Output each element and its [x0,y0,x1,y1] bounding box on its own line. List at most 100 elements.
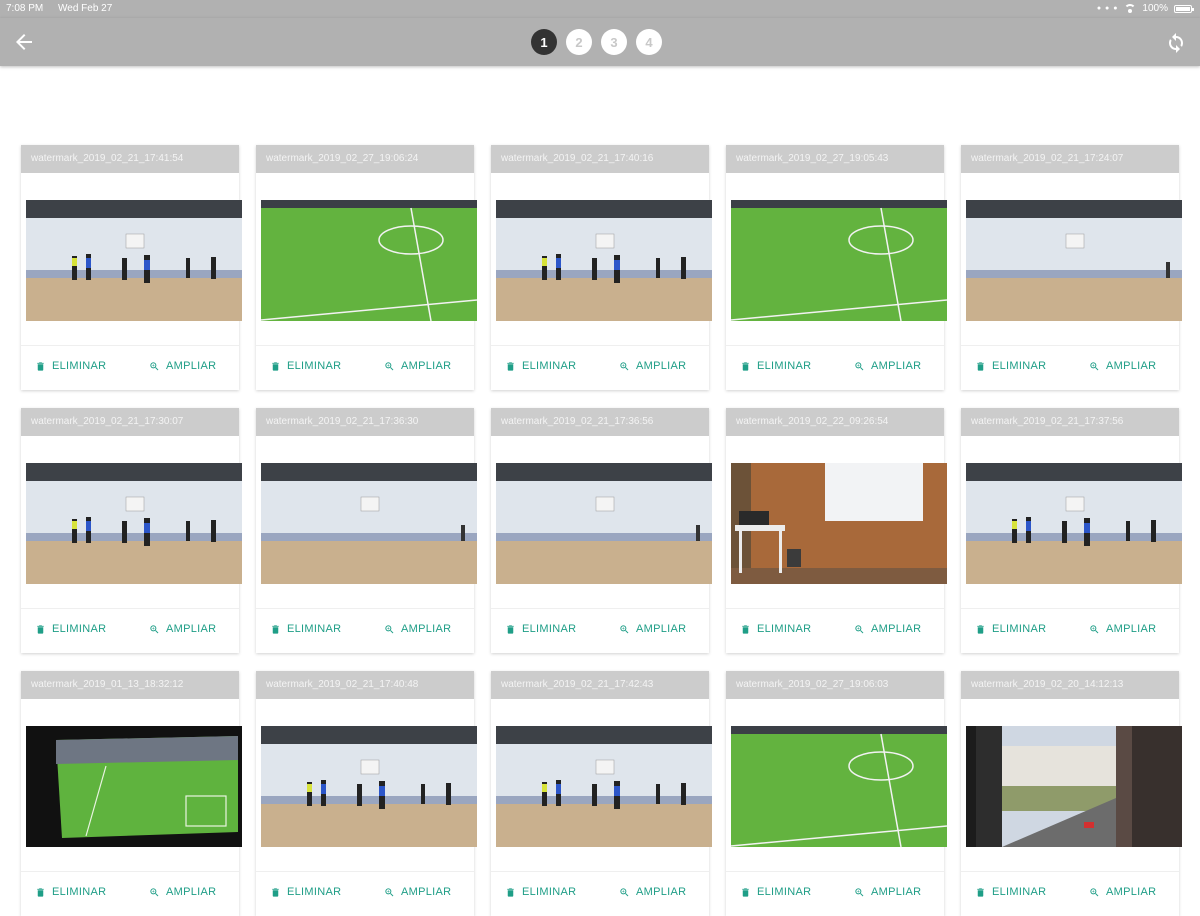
zoom-label: AMPLIAR [166,360,217,372]
card-actions: ELIMINAR AMPLIAR [961,608,1179,653]
delete-label: ELIMINAR [52,360,107,372]
photo-filename: watermark_2019_02_21_17:37:56 [961,408,1179,436]
photo-grid: watermark_2019_02_21_17:41:54 ELIMINAR A… [21,145,1182,916]
delete-button[interactable]: ELIMINAR [35,623,106,635]
zoom-button[interactable]: AMPLIAR [619,360,686,372]
photo-thumbnail[interactable] [966,726,1182,847]
photo-thumbnail[interactable] [731,463,947,584]
card-actions: ELIMINAR AMPLIAR [726,871,944,916]
photo-image [731,200,947,321]
delete-button[interactable]: ELIMINAR [740,886,811,898]
delete-label: ELIMINAR [287,360,342,372]
trash-icon [977,887,984,897]
photo-thumbnail[interactable] [731,726,947,847]
delete-label: ELIMINAR [287,623,342,635]
delete-button[interactable]: ELIMINAR [975,886,1046,898]
photo-thumbnail[interactable] [26,200,242,321]
page-button-4[interactable]: 4 [636,29,662,55]
zoom-in-icon [1090,361,1099,370]
zoom-label: AMPLIAR [871,360,922,372]
zoom-in-icon [620,361,629,370]
signal-icon: ● ● ● [1096,5,1119,12]
zoom-in-icon [385,361,394,370]
photo-card: watermark_2019_02_21_17:36:30 ELIMINAR A… [256,408,477,653]
zoom-button[interactable]: AMPLIAR [854,886,921,898]
photo-thumbnail[interactable] [966,200,1182,321]
zoom-in-icon [620,887,629,896]
zoom-button[interactable]: AMPLIAR [149,623,216,635]
card-actions: ELIMINAR AMPLIAR [491,871,709,916]
zoom-label: AMPLIAR [401,623,452,635]
zoom-button[interactable]: AMPLIAR [149,886,216,898]
zoom-button[interactable]: AMPLIAR [384,360,451,372]
zoom-button[interactable]: AMPLIAR [619,886,686,898]
page-button-3[interactable]: 3 [601,29,627,55]
zoom-button[interactable]: AMPLIAR [384,623,451,635]
back-button[interactable] [12,30,36,54]
delete-label: ELIMINAR [522,886,577,898]
delete-button[interactable]: ELIMINAR [35,360,106,372]
photo-image [261,463,477,584]
zoom-button[interactable]: AMPLIAR [1089,886,1156,898]
card-actions: ELIMINAR AMPLIAR [21,871,239,916]
trash-icon [977,624,984,634]
delete-button[interactable]: ELIMINAR [35,886,106,898]
photo-image [966,726,1182,847]
delete-button[interactable]: ELIMINAR [505,360,576,372]
delete-label: ELIMINAR [52,886,107,898]
card-actions: ELIMINAR AMPLIAR [961,871,1179,916]
photo-card: watermark_2019_02_27_19:06:24 ELIMINAR A… [256,145,477,390]
zoom-in-icon [150,361,159,370]
trash-icon [742,624,749,634]
photo-thumbnail[interactable] [26,463,242,584]
wifi-icon [1124,4,1137,13]
card-actions: ELIMINAR AMPLIAR [256,345,474,390]
delete-button[interactable]: ELIMINAR [270,360,341,372]
photo-card: watermark_2019_02_20_14:12:13 ELIMINAR A… [961,671,1182,916]
delete-button[interactable]: ELIMINAR [740,360,811,372]
zoom-button[interactable]: AMPLIAR [619,623,686,635]
photo-image [261,200,477,321]
photo-thumbnail[interactable] [731,200,947,321]
delete-button[interactable]: ELIMINAR [975,623,1046,635]
card-actions: ELIMINAR AMPLIAR [961,345,1179,390]
zoom-button[interactable]: AMPLIAR [1089,623,1156,635]
zoom-label: AMPLIAR [166,886,217,898]
photo-thumbnail[interactable] [261,200,477,321]
zoom-button[interactable]: AMPLIAR [149,360,216,372]
photo-thumbnail[interactable] [26,726,242,847]
battery-percent: 100% [1142,3,1168,14]
delete-button[interactable]: ELIMINAR [975,360,1046,372]
zoom-in-icon [385,624,394,633]
photo-image [731,463,947,584]
photo-card: watermark_2019_02_27_19:06:03 ELIMINAR A… [726,671,947,916]
refresh-button[interactable] [1164,30,1188,54]
page-button-1[interactable]: 1 [531,29,557,55]
photo-filename: watermark_2019_02_21_17:40:16 [491,145,709,173]
trash-icon [37,361,44,371]
photo-thumbnail[interactable] [261,726,477,847]
photo-card: watermark_2019_02_22_09:26:54 ELIMINAR A… [726,408,947,653]
photo-thumbnail[interactable] [496,200,712,321]
card-actions: ELIMINAR AMPLIAR [491,608,709,653]
photo-thumbnail[interactable] [496,463,712,584]
page-button-2[interactable]: 2 [566,29,592,55]
delete-button[interactable]: ELIMINAR [270,623,341,635]
delete-button[interactable]: ELIMINAR [505,623,576,635]
trash-icon [37,887,44,897]
delete-button[interactable]: ELIMINAR [270,886,341,898]
card-actions: ELIMINAR AMPLIAR [21,345,239,390]
photo-thumbnail[interactable] [966,463,1182,584]
delete-button[interactable]: ELIMINAR [740,623,811,635]
photo-thumbnail[interactable] [496,726,712,847]
zoom-button[interactable]: AMPLIAR [384,886,451,898]
delete-label: ELIMINAR [757,623,812,635]
card-actions: ELIMINAR AMPLIAR [726,608,944,653]
zoom-button[interactable]: AMPLIAR [854,360,921,372]
zoom-button[interactable]: AMPLIAR [854,623,921,635]
delete-button[interactable]: ELIMINAR [505,886,576,898]
card-actions: ELIMINAR AMPLIAR [726,345,944,390]
photo-thumbnail[interactable] [261,463,477,584]
zoom-button[interactable]: AMPLIAR [1089,360,1156,372]
photo-image [731,726,947,847]
